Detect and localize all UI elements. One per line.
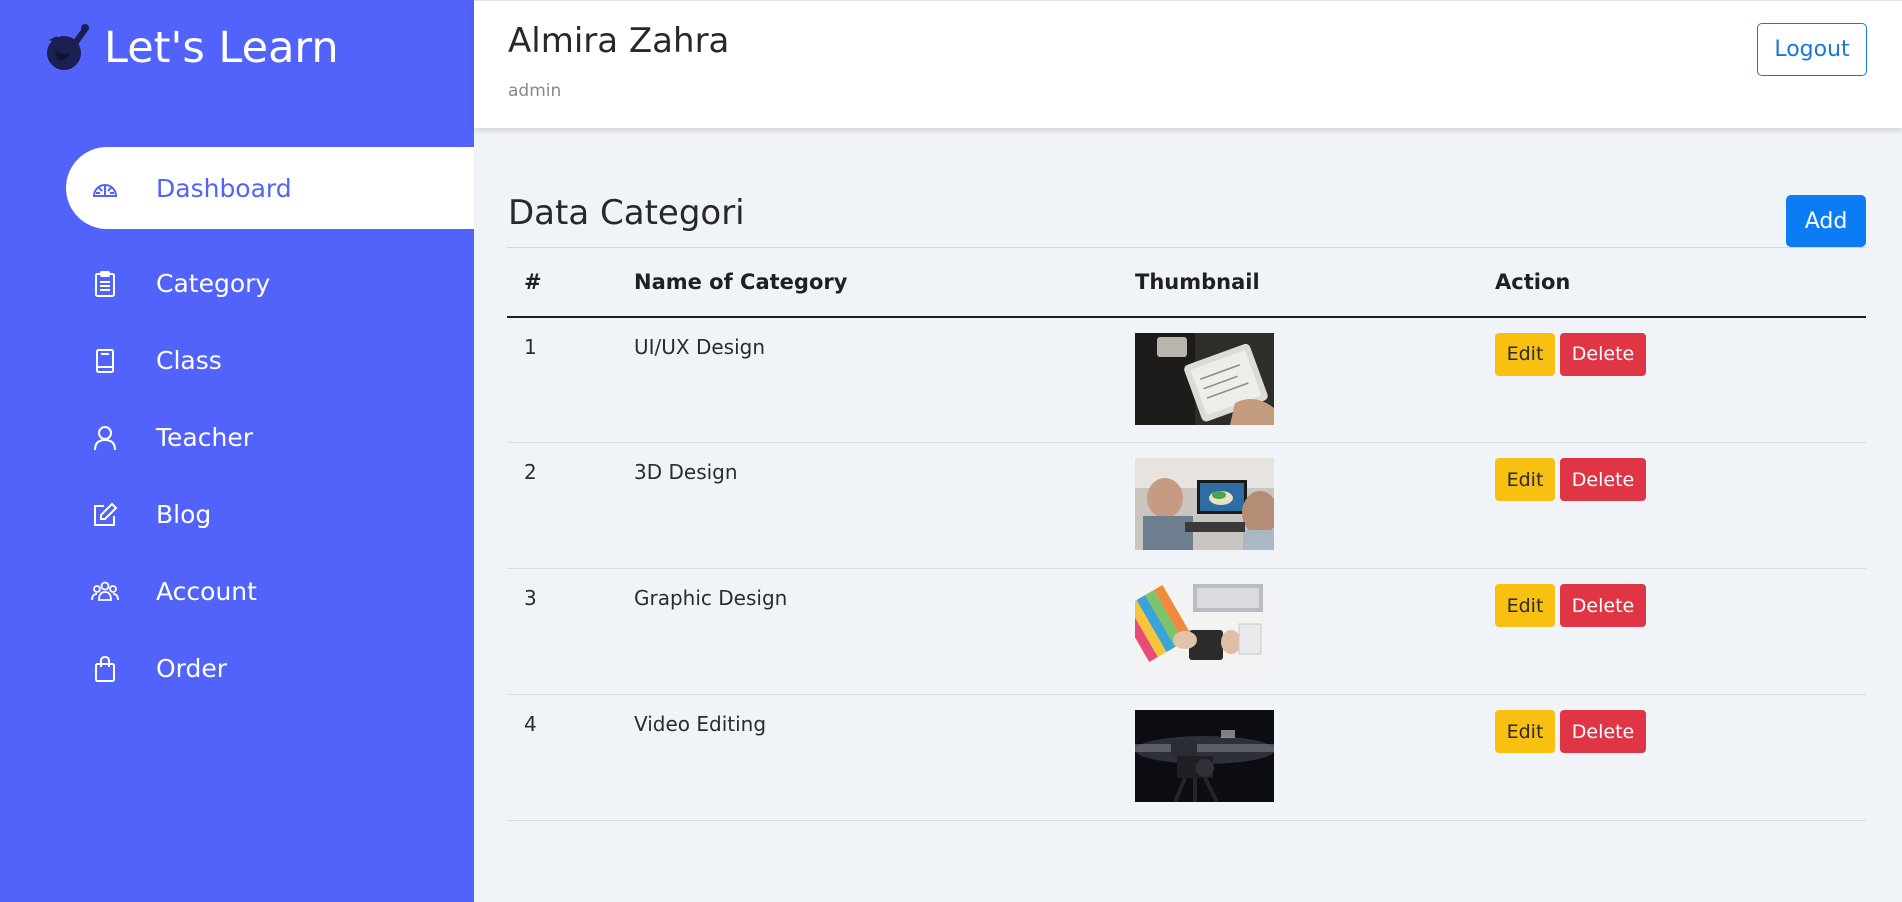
sidebar-item-order[interactable]: Order <box>66 630 474 707</box>
book-icon <box>90 346 120 376</box>
sidebar-item-class[interactable]: Class <box>66 322 474 399</box>
pencil-square-icon <box>90 500 120 530</box>
sidebar-item-blog[interactable]: Blog <box>66 476 474 553</box>
edit-button[interactable]: Edit <box>1495 458 1555 501</box>
logout-button[interactable]: Logout <box>1757 23 1867 76</box>
sidebar-item-label: Dashboard <box>156 173 292 203</box>
category-name: UI/UX Design <box>617 316 1118 443</box>
user-name: Almira Zahra <box>508 21 730 61</box>
table-row: 2 3D Design Edit Delete <box>507 442 1866 569</box>
category-name: 3D Design <box>617 442 1118 569</box>
row-actions: Edit Delete <box>1495 710 1866 753</box>
shopping-bag-icon <box>90 654 120 684</box>
table-header-row: # Name of Category Thumbnail Action <box>507 247 1866 318</box>
table-row: 4 Video Editing Edit Delete <box>507 694 1866 821</box>
sidebar-item-teacher[interactable]: Teacher <box>66 399 474 476</box>
sidebar-item-label: Account <box>156 577 257 606</box>
row-actions: Edit Delete <box>1495 458 1866 501</box>
tablet-sketch-photo <box>1135 332 1274 425</box>
sidebar-item-label: Blog <box>156 500 212 529</box>
brand-name: Let's Learn <box>104 23 339 73</box>
table-row: 3 Graphic Design Edit Delete <box>507 568 1866 695</box>
clipboard-list-icon <box>90 269 120 299</box>
page-title: Data Categori <box>508 193 745 233</box>
dashboard-gauge-icon <box>90 173 120 203</box>
column-header-name: Name of Category <box>617 247 1118 318</box>
add-button[interactable]: Add <box>1786 195 1866 247</box>
sidebar-item-category[interactable]: Category <box>66 245 474 322</box>
row-number: 4 <box>507 694 617 821</box>
table-row: 1 UI/UX Design Edit Delete <box>507 316 1866 443</box>
edit-button[interactable]: Edit <box>1495 584 1555 627</box>
sidebar-item-label: Category <box>156 269 271 298</box>
edit-button[interactable]: Edit <box>1495 710 1555 753</box>
edit-button[interactable]: Edit <box>1495 332 1555 376</box>
delete-button[interactable]: Delete <box>1560 332 1646 376</box>
delete-button[interactable]: Delete <box>1560 458 1646 501</box>
column-header-number: # <box>507 247 617 318</box>
category-name: Graphic Design <box>617 568 1118 695</box>
person-icon <box>90 423 120 453</box>
designers-monitor-photo <box>1135 458 1274 550</box>
sidebar: Let's Learn Dashboard Category Class Tea… <box>0 0 474 902</box>
row-number: 3 <box>507 568 617 695</box>
category-table: # Name of Category Thumbnail Action 1 UI… <box>507 247 1866 821</box>
user-role: admin <box>508 81 562 101</box>
sidebar-item-label: Class <box>156 346 222 375</box>
delete-button[interactable]: Delete <box>1560 584 1646 627</box>
category-name: Video Editing <box>617 694 1118 821</box>
row-number: 2 <box>507 442 617 569</box>
color-swatches-laptop-photo <box>1135 584 1274 676</box>
column-header-action: Action <box>1478 247 1866 318</box>
sidebar-item-dashboard[interactable]: Dashboard <box>66 147 474 229</box>
sidebar-item-label: Order <box>156 654 228 683</box>
row-actions: Edit Delete <box>1495 584 1866 627</box>
row-number: 1 <box>507 316 617 443</box>
sidebar-nav: Dashboard Category Class Teacher Blog Ac… <box>66 147 474 707</box>
people-group-icon <box>90 577 120 607</box>
delete-button[interactable]: Delete <box>1560 710 1646 753</box>
top-header: Almira Zahra admin Logout <box>474 0 1902 128</box>
brand-logo-icon <box>47 24 89 70</box>
video-camera-photo <box>1135 710 1274 802</box>
column-header-thumbnail: Thumbnail <box>1118 247 1478 318</box>
brand[interactable]: Let's Learn <box>44 20 339 76</box>
sidebar-item-label: Teacher <box>156 423 253 452</box>
sidebar-item-account[interactable]: Account <box>66 553 474 630</box>
row-actions: Edit Delete <box>1495 332 1866 376</box>
